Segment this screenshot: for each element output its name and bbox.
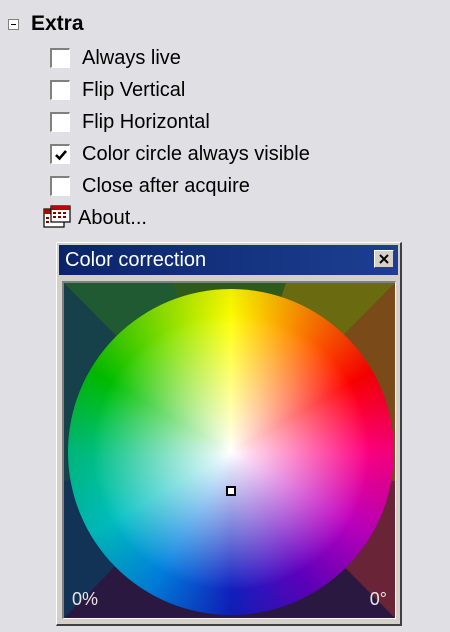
option-flip-vertical[interactable]: Flip Vertical — [50, 74, 185, 106]
about-item[interactable]: About... — [42, 202, 147, 234]
color-picker-marker[interactable] — [226, 486, 236, 496]
calendar-icon — [43, 205, 71, 228]
color-correction-window: Color correction 0% 0° — [56, 242, 402, 626]
checkbox-flip-horizontal[interactable] — [50, 112, 70, 132]
window-titlebar[interactable]: Color correction — [59, 245, 398, 275]
color-wheel-area[interactable]: 0% 0° — [62, 281, 396, 619]
checkbox-flip-vertical[interactable] — [50, 80, 70, 100]
option-label: Flip Vertical — [82, 78, 186, 101]
checkbox-close-after-acquire[interactable] — [50, 176, 70, 196]
close-icon — [379, 254, 389, 264]
option-always-live[interactable]: Always live — [50, 42, 181, 74]
saturation-readout: 0% — [72, 589, 99, 609]
option-close-after-acquire[interactable]: Close after acquire — [50, 170, 250, 202]
option-label: Flip Horizontal — [82, 110, 210, 133]
extra-section-header[interactable]: Extra — [8, 8, 84, 40]
hue-readout: 0° — [369, 589, 387, 609]
checkbox-color-circle-visible[interactable] — [50, 144, 70, 164]
window-title: Color correction — [65, 248, 207, 271]
collapse-icon[interactable] — [8, 18, 19, 30]
color-wheel-shade — [68, 289, 394, 615]
option-label: Always live — [82, 46, 181, 69]
checkbox-always-live[interactable] — [50, 48, 70, 68]
checkmark-icon — [54, 149, 67, 160]
option-label: Close after acquire — [82, 174, 250, 197]
option-label: Color circle always visible — [82, 142, 310, 165]
about-label: About... — [78, 206, 147, 229]
close-button[interactable] — [374, 250, 394, 268]
option-flip-horizontal[interactable]: Flip Horizontal — [50, 106, 210, 138]
section-title: Extra — [31, 12, 84, 35]
option-color-circle-visible[interactable]: Color circle always visible — [50, 138, 310, 170]
